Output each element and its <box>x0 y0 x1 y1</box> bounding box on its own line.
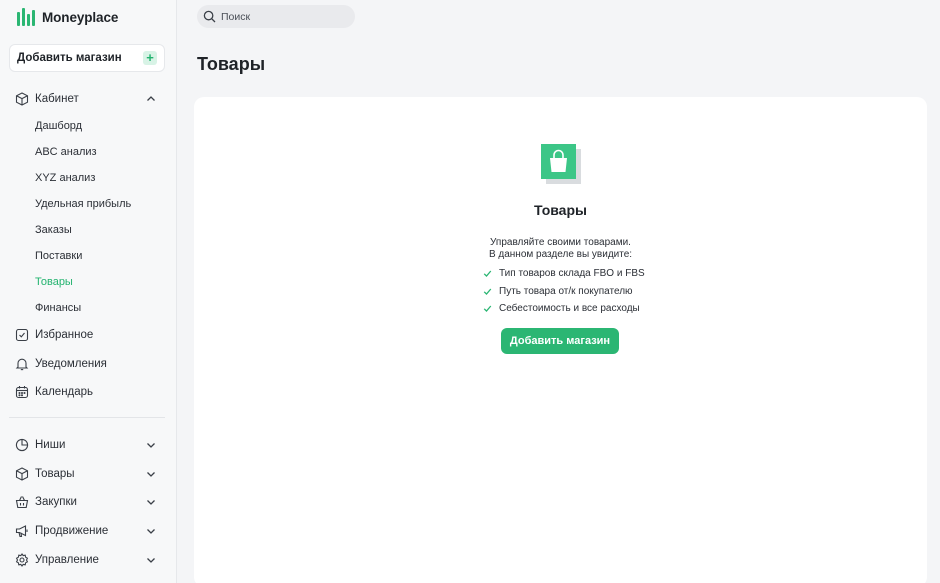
sidebar-item-calendar[interactable]: Календарь <box>15 381 163 403</box>
chevron-down-icon[interactable] <box>145 525 157 537</box>
sidebar-item-notifications[interactable]: Уведомления <box>15 353 163 375</box>
sidebar-subitem-products[interactable]: Товары <box>35 273 73 291</box>
description-line: В данном разделе вы увидите: <box>488 249 633 260</box>
sidebar-item-management[interactable]: Управление <box>15 549 163 571</box>
check-icon <box>483 270 492 278</box>
search-icon <box>203 10 216 23</box>
sidebar-divider <box>9 417 165 418</box>
sidebar-item-label: Товары <box>35 468 75 480</box>
chevron-down-icon[interactable] <box>145 468 157 480</box>
pie-chart-icon <box>15 438 29 452</box>
empty-state-card: Товары Управляйте своими товарами. В дан… <box>194 97 927 583</box>
feature-label: Путь товара от/к покупателю <box>499 285 633 297</box>
empty-state-title: Товары <box>534 202 587 218</box>
plus-icon: + <box>143 51 157 65</box>
basket-icon <box>15 496 29 509</box>
feature-item: Тип товаров склада FBO и FBS <box>483 265 645 283</box>
sidebar-item-products[interactable]: Товары <box>15 463 163 485</box>
feature-label: Тип товаров склада FBO и FBS <box>499 268 645 280</box>
sidebar-item-label: Уведомления <box>35 358 107 370</box>
sidebar-subitem-xyz[interactable]: XYZ анализ <box>35 169 95 187</box>
bookmark-check-icon <box>15 328 29 342</box>
box-icon <box>15 467 29 481</box>
chevron-down-icon[interactable] <box>145 496 157 508</box>
megaphone-icon <box>15 525 28 538</box>
sidebar-item-label: Управление <box>35 554 99 566</box>
chevron-up-icon[interactable] <box>145 93 157 105</box>
bell-icon <box>15 358 29 371</box>
sidebar-subitem-dashboard[interactable]: Дашборд <box>35 117 82 135</box>
box-icon <box>15 92 29 106</box>
check-icon <box>483 288 492 295</box>
empty-state-description: Управляйте своими товарами. В данном раз… <box>194 237 927 261</box>
chevron-down-icon[interactable] <box>145 439 157 451</box>
logo[interactable]: Moneyplace <box>16 6 118 28</box>
gear-icon <box>15 553 29 567</box>
feature-label: Себестоимость и все расходы <box>499 303 640 315</box>
search-input[interactable] <box>221 10 341 23</box>
sidebar: Moneyplace Добавить магазин + Кабинет Да… <box>0 0 177 583</box>
sidebar-item-label: Ниши <box>35 439 66 451</box>
search-bar[interactable] <box>197 5 355 28</box>
logo-icon <box>17 8 35 26</box>
sidebar-item-niches[interactable]: Ниши <box>15 434 163 456</box>
sidebar-subitem-finance[interactable]: Финансы <box>35 299 81 317</box>
sidebar-subitem-unit-profit[interactable]: Удельная прибыль <box>35 195 131 213</box>
feature-list: Тип товаров склада FBO и FBS Путь товара… <box>483 265 645 318</box>
page-title: Товары <box>197 54 266 74</box>
add-store-label: Добавить магазин <box>17 52 122 64</box>
feature-item: Путь товара от/к покупателю <box>483 283 645 301</box>
sidebar-item-label: Продвижение <box>35 525 109 537</box>
sidebar-item-label: Кабинет <box>35 93 79 105</box>
sidebar-subitem-abc[interactable]: ABC анализ <box>35 143 97 161</box>
chevron-down-icon[interactable] <box>145 554 157 566</box>
sidebar-item-favorites[interactable]: Избранное <box>15 324 163 346</box>
feature-item: Себестоимость и все расходы <box>483 300 645 318</box>
sidebar-item-cabinet[interactable]: Кабинет <box>15 88 163 110</box>
description-line: Управляйте своими товарами. <box>490 237 631 248</box>
sidebar-item-promotion[interactable]: Продвижение <box>15 520 163 542</box>
add-store-button[interactable]: Добавить магазин + <box>9 44 165 72</box>
sidebar-item-label: Избранное <box>35 329 94 341</box>
sidebar-subitem-orders[interactable]: Заказы <box>35 221 72 239</box>
sidebar-item-label: Закупки <box>35 496 77 508</box>
sidebar-item-purchases[interactable]: Закупки <box>15 491 163 513</box>
add-store-cta-button[interactable]: Добавить магазин <box>501 328 619 354</box>
calendar-icon <box>15 386 29 399</box>
check-icon <box>483 305 492 313</box>
sidebar-item-label: Календарь <box>35 386 94 398</box>
sidebar-subitem-supplies[interactable]: Поставки <box>35 247 82 265</box>
shopping-bag-icon <box>541 144 581 184</box>
logo-text: Moneyplace <box>42 9 119 25</box>
